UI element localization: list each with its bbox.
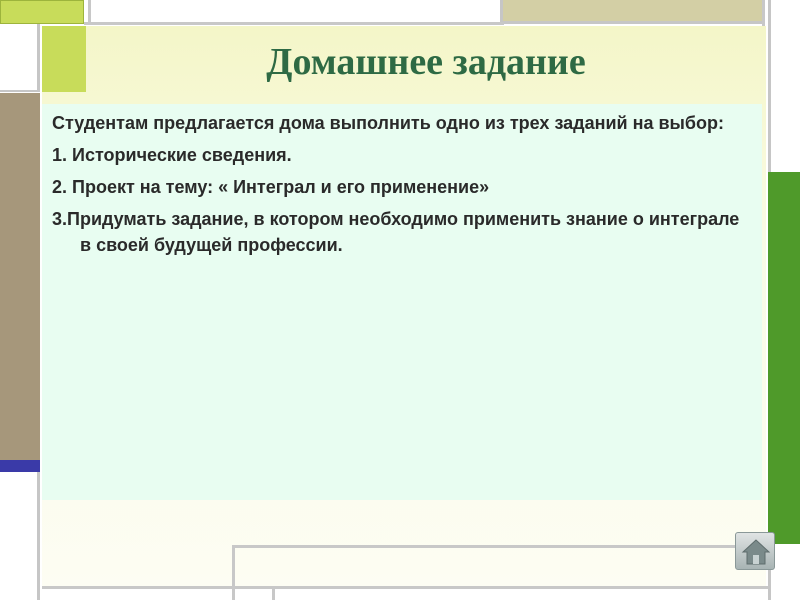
paragraph-intro: Студентам предлагается дома выполнить од… [52, 113, 725, 133]
decor-block-top-left [0, 0, 84, 24]
slide-title: Домашнее задание [266, 41, 586, 83]
paragraph-option-1: 1. Исторические сведения. [52, 145, 292, 165]
decor-line [42, 586, 768, 589]
decor-line [84, 22, 504, 25]
decor-block-lime [42, 26, 86, 92]
decor-block-left-white [0, 24, 40, 92]
decor-block-top-right [500, 0, 762, 24]
decor-block-left-blue [0, 460, 40, 472]
decor-line [232, 545, 235, 600]
decor-block-right-green [768, 172, 800, 544]
decor-line [762, 0, 765, 26]
paragraph-option-3: 3.Придумать задание, в котором необходим… [52, 209, 740, 255]
decor-block-right-white [768, 0, 800, 172]
home-icon [741, 539, 771, 565]
decor-block-left-bottom [0, 472, 40, 600]
decor-line [232, 545, 768, 548]
slide-content: Студентам предлагается дома выполнить од… [42, 104, 762, 500]
decor-line [272, 589, 275, 600]
home-button[interactable] [735, 532, 775, 570]
decor-line [88, 0, 91, 24]
decor-block-left-tan [0, 93, 40, 460]
paragraph-option-2: 2. Проект на тему: « Интеграл и его прим… [52, 177, 490, 197]
